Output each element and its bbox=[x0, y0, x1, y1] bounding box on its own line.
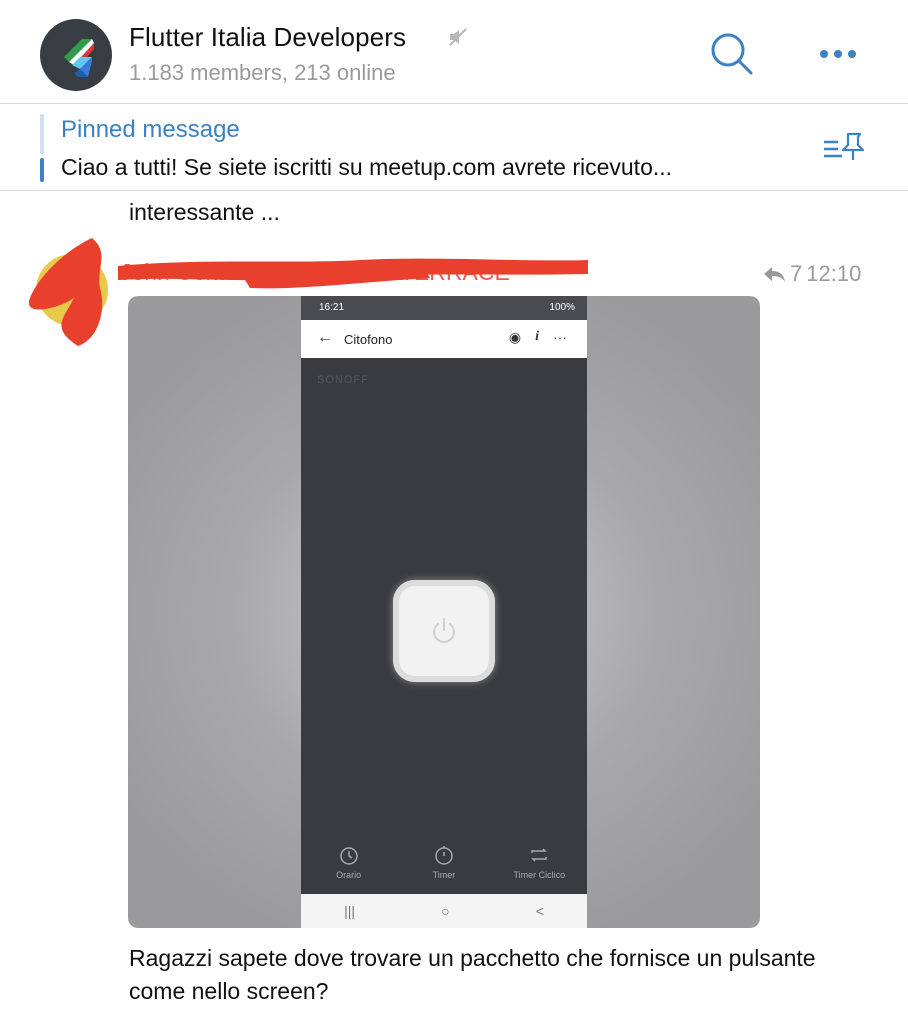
phone-app-title: Citofono bbox=[344, 332, 393, 347]
power-button bbox=[393, 580, 495, 682]
message-photo[interactable]: 16:21 100% ← Citofono ◉ i ··· SONOFF Ora… bbox=[128, 296, 760, 928]
sender-name[interactable]: John Cena · CODING MASTERRACE bbox=[120, 259, 510, 286]
search-icon[interactable] bbox=[708, 30, 756, 78]
sender-avatar[interactable] bbox=[36, 254, 108, 326]
pinned-message-bar[interactable]: Pinned message Ciao a tutti! Se siete is… bbox=[0, 104, 908, 191]
phone-app-icons: ◉ i ··· bbox=[509, 329, 567, 346]
chat-title: Flutter Italia Developers bbox=[129, 22, 407, 52]
previous-message-text: interessante ... bbox=[129, 199, 280, 225]
chat-subtitle: 1.183 members, 213 online bbox=[129, 60, 396, 85]
flutter-logo-icon bbox=[64, 39, 94, 77]
message-caption: Ragazzi sapete dove trovare un pacchetto… bbox=[129, 945, 816, 1004]
tab-label: Timer bbox=[432, 870, 456, 880]
phone-tab-bar: Orario Timer Timer Ciclico bbox=[301, 844, 587, 894]
muted-speaker-icon bbox=[449, 28, 467, 46]
brand-watermark: SONOFF bbox=[317, 374, 369, 386]
phone-app-bar: ← Citofono ◉ i ··· bbox=[301, 320, 587, 358]
phone-status-time: 16:21 bbox=[319, 302, 345, 313]
home-icon: ○ bbox=[441, 903, 450, 919]
pinned-indicator bbox=[40, 158, 44, 182]
phone-status-battery: 100% bbox=[549, 302, 575, 313]
pinned-title: Pinned message bbox=[61, 116, 240, 143]
reply-icon bbox=[764, 267, 785, 282]
recents-icon: ||| bbox=[344, 903, 355, 919]
stopwatch-icon bbox=[435, 846, 453, 865]
reply-count: 7 bbox=[790, 261, 803, 286]
repeat-icon bbox=[531, 848, 548, 862]
pinned-text: Ciao a tutti! Se siete iscritti su meetu… bbox=[61, 154, 673, 180]
back-arrow-icon: ← bbox=[317, 329, 333, 346]
pinned-indicator-track bbox=[40, 114, 44, 154]
more-options-icon[interactable] bbox=[816, 40, 860, 68]
pinned-list-icon[interactable] bbox=[820, 128, 868, 168]
phone-screenshot: 16:21 100% ← Citofono ◉ i ··· SONOFF Ora… bbox=[301, 296, 587, 928]
alarm-clock-icon bbox=[339, 847, 358, 865]
message-time: 12:10 bbox=[806, 261, 862, 286]
message-meta: 7 12:10 bbox=[762, 261, 861, 287]
camera-icon: ◉ bbox=[508, 329, 522, 345]
tab-label: Orario bbox=[336, 870, 362, 880]
power-icon bbox=[433, 618, 455, 643]
tab-orario: Orario bbox=[309, 844, 389, 894]
info-icon: i bbox=[535, 329, 539, 344]
chat-header: Flutter Italia Developers 1.183 members,… bbox=[0, 0, 908, 104]
phone-status-bar: 16:21 100% bbox=[301, 296, 587, 320]
back-icon: < bbox=[535, 903, 544, 919]
tab-label: Timer Ciclico bbox=[513, 870, 566, 880]
more-icon: ··· bbox=[553, 329, 567, 345]
group-avatar[interactable] bbox=[40, 19, 112, 91]
phone-nav-bar: ||| ○ < bbox=[301, 894, 587, 928]
tab-timer-ciclico: Timer Ciclico bbox=[499, 844, 579, 894]
tab-timer: Timer bbox=[404, 844, 484, 894]
